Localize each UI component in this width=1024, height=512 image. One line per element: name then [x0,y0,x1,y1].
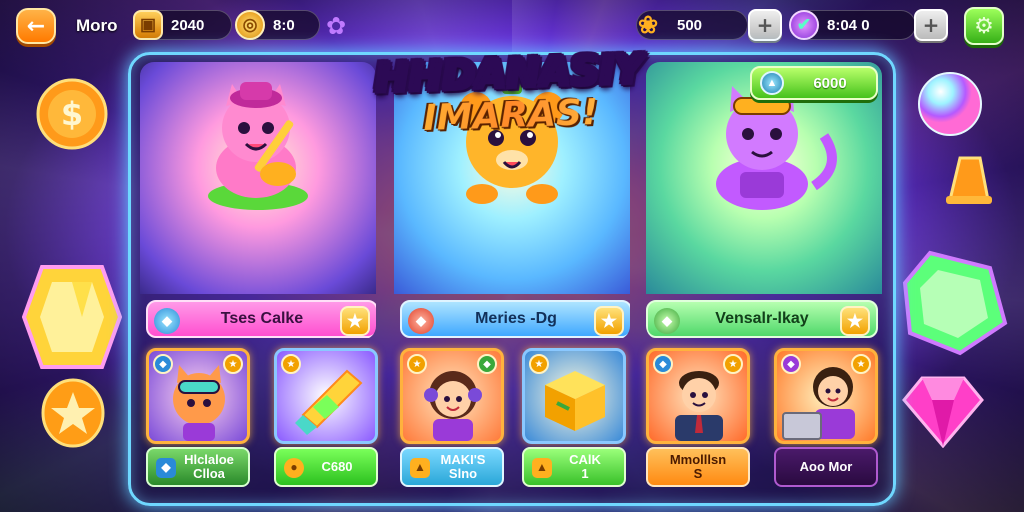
bonus-gem-button[interactable]: ▲ 6000 [750,66,878,100]
currency-flower-counter: ❀ 500 [636,10,748,40]
item-label-5[interactable]: Mmolllsn S [646,447,750,487]
svg-text:$: $ [61,95,83,133]
gear-icon: ⚙ [974,13,994,39]
top-bar: ← Moro ▣ 2040 ◎ 8:0 ✿ ❀ 500 + ✔ 8:04 0 +… [0,0,1024,52]
businessman-item-icon [675,371,723,441]
back-button[interactable]: ← [16,8,56,44]
blue-gem-icon: ◆ [156,458,176,478]
girl-with-box-item-icon [782,367,855,440]
character-name-bar-1: ◆ Tses Calke ★ [146,300,376,338]
girl-headphones-item-icon [424,371,482,441]
blue-gem-icon: ◆ [154,308,180,334]
item-card-5[interactable]: ◆ ★ [646,348,750,444]
pink-cat-guitar-character-icon [208,82,308,210]
rainbow-crystal-item-icon [295,369,363,435]
purple-gem-icon: ✔ [789,10,819,40]
settings-button[interactable]: ⚙ [964,7,1004,45]
coin-decoration-icon: $ [36,78,108,150]
add-flower-currency-button[interactable]: + [748,9,782,41]
gold-coin-icon: ◎ [235,10,265,40]
green-gem-decoration-icon [902,250,1008,356]
item-label-3[interactable]: ▲ MAKI'S Slno [400,447,504,487]
item-card-3[interactable]: ★ ◆ [400,348,504,444]
star-icon: ★ [594,306,624,336]
character-card-3[interactable]: ◆ Vensalr-lkay ★ [646,62,882,340]
currency-coin-counter: ◎ 8:0 [235,10,320,40]
item-card-2[interactable]: ★ [274,348,378,444]
title-line-1: HHDANASIY [339,46,680,101]
star-coin-decoration-icon [41,378,105,448]
gold-bullet-icon: ▲ [410,458,430,478]
green-gem-icon: ◆ [654,308,680,334]
star-icon: ★ [840,306,870,336]
bell-decoration-icon [946,156,992,204]
gold-flower-icon: ❀ [637,11,659,39]
purple-flower-icon: ✿ [325,12,347,40]
pink-gem-decoration-icon [902,376,984,448]
star-icon: ★ [340,306,370,336]
item-card-1[interactable]: ◆ ★ [146,348,250,444]
currency-gem-counter: ✔ 8:04 0 [789,10,916,40]
cat-goggles-item-icon [173,365,225,441]
currency-chest-counter: ▣ 2040 [133,10,232,40]
item-label-4[interactable]: ▲ CAlK 1 [522,447,626,487]
gold-drop-icon: ▲ [532,458,552,478]
gold-coin-icon: ● [284,458,304,478]
bubble-orb-decoration-icon [918,72,982,136]
add-gem-currency-button[interactable]: + [914,9,948,41]
gold-cube-item-icon [545,371,605,431]
game-title: HHDANASIY IMARAS! [339,46,682,140]
red-gem-icon: ◆ [408,308,434,334]
character-name-bar-3: ◆ Vensalr-lkay ★ [646,300,878,338]
blue-drop-icon: ▲ [760,71,784,95]
yellow-gem-decoration-icon [22,265,122,369]
item-label-1[interactable]: ◆ Hlclaloe Clloa [146,447,250,487]
item-card-4[interactable]: ★ [522,348,626,444]
mode-label: Moro [76,16,118,35]
character-name-bar-2: ◆ Meries -Dg ★ [400,300,630,338]
item-label-6[interactable]: Aoo Mor [774,447,878,487]
item-card-6[interactable]: ◆ ★ [774,348,878,444]
treasure-chest-icon: ▣ [133,10,163,40]
arrow-left-icon: ← [26,13,46,39]
item-label-2[interactable]: ● C680 [274,447,378,487]
